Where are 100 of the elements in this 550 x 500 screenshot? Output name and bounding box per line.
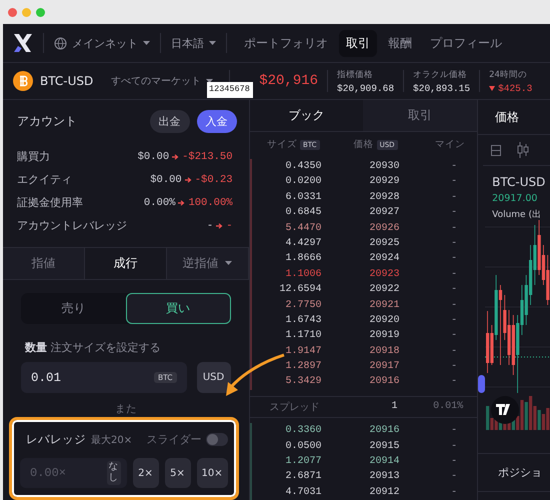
zoom-button[interactable]	[36, 8, 45, 16]
minimize-button[interactable]	[22, 8, 31, 16]
positions-tab[interactable]: ポジショ	[478, 453, 550, 492]
leverage-preset-button[interactable]: 5×	[164, 458, 191, 488]
price-cell-text: 20926	[368, 222, 400, 234]
size-cell-text: 1.8666	[284, 253, 322, 264]
amount-label: 数量 注文サイズを設定する	[25, 340, 162, 355]
size-cell-text: 5.3429	[284, 376, 322, 388]
pointer-arrow	[226, 354, 284, 396]
tooltip: 12345678	[207, 82, 253, 98]
current-value: 0.00%	[144, 196, 176, 208]
price-cell-text: 20930	[368, 161, 400, 172]
mine-cell-text: -	[450, 238, 458, 249]
max-leverage: 最大20×	[91, 434, 134, 446]
stat-value: $20,893.15	[413, 82, 470, 94]
current-value: -	[206, 220, 214, 232]
account-label: 購買力	[17, 149, 51, 164]
arrow-icon	[216, 222, 224, 228]
price-cell-text: 20924	[368, 253, 400, 264]
order-type-tab[interactable]: 指値	[3, 248, 85, 280]
nav-tab[interactable]: プロフィール	[423, 30, 509, 56]
price-cell-text: 20920	[368, 314, 400, 326]
mine-cell-text: -	[450, 456, 458, 468]
account-label: 証拠金使用率	[17, 195, 84, 210]
current-value: $0.00	[138, 150, 170, 162]
mine-cell-text: -	[450, 192, 458, 203]
stat-label: 24時間の	[489, 68, 528, 80]
size-cell-text: 4.4297	[284, 238, 322, 249]
leverage-field[interactable]: 0.00× なし	[20, 458, 127, 488]
column-header: マイン	[435, 138, 466, 152]
nav-tab[interactable]: 報酬	[381, 30, 419, 56]
book-tab[interactable]: 取引	[363, 100, 478, 132]
mine-cell-text: -	[450, 330, 458, 342]
price-cell-text: 20913	[368, 471, 400, 482]
spread-percent: 0.01%	[432, 401, 464, 412]
price-cell-text: 20925	[368, 238, 400, 249]
mine-cell-text: -	[450, 253, 458, 264]
size-cell-text: 12.6594	[278, 284, 322, 296]
size-cell-text: 5.4470	[284, 222, 322, 234]
currency-toggle-button[interactable]: USD	[196, 362, 231, 393]
sell-toggle[interactable]: 売り	[21, 293, 126, 324]
slider-label: スライダー	[146, 432, 202, 447]
mine-cell-text: -	[450, 486, 458, 498]
nav-tab[interactable]: 取引	[339, 30, 377, 56]
price-cell-text: 20923	[368, 268, 400, 280]
chart-symbol: BTC-USD	[492, 175, 546, 189]
price-cell-text: 20916	[368, 425, 400, 436]
mine-cell-text: -	[450, 425, 458, 436]
price-cell-text: 20912	[368, 486, 400, 498]
current-value: $0.00	[150, 174, 182, 186]
leverage-preset-button[interactable]: 2×	[132, 458, 159, 488]
last-price: 20917.00	[492, 193, 538, 204]
projected-value: -	[226, 220, 233, 232]
price-cell-text: 20929	[368, 176, 400, 188]
order-type-tab[interactable]: 逆指値	[166, 248, 249, 280]
market-symbol: BTC-USD	[40, 74, 94, 88]
network-dropdown[interactable]: メインネット	[54, 36, 150, 50]
mine-cell-text: -	[450, 176, 458, 188]
size-cell-text: 4.7031	[284, 486, 322, 498]
spread-value: 1	[390, 401, 398, 412]
none-button[interactable]: なし	[106, 461, 121, 485]
size-cell-text: 1.9147	[284, 346, 322, 357]
size-cell-text: 1.6743	[284, 314, 322, 326]
spread-label: スプレッド	[268, 400, 320, 414]
price-cell-text: 20917	[368, 361, 400, 372]
deposit-button[interactable]: 入金	[196, 110, 237, 133]
globe-icon	[54, 36, 67, 50]
language-dropdown[interactable]: 日本語	[171, 36, 216, 50]
mine-cell-text: -	[450, 207, 458, 218]
stat-value: $20,909.68	[337, 82, 394, 94]
stat-label: オラクル価格	[413, 68, 468, 80]
market-price: $20,916	[259, 73, 318, 89]
panel-handle[interactable]	[478, 375, 486, 393]
mine-cell-text: -	[450, 222, 458, 234]
projected-value: -$213.50	[182, 150, 233, 162]
layout-icon[interactable]	[491, 144, 502, 156]
arrow-icon	[172, 154, 180, 160]
price-cell-text: 20914	[368, 456, 400, 468]
size-cell-text: 1.2077	[284, 456, 322, 468]
price-cell-text: 20921	[368, 300, 400, 311]
stat-value: $425.3	[498, 82, 532, 94]
mine-cell-text: -	[450, 314, 458, 326]
size-cell-text: 0.4350	[284, 161, 322, 172]
buy-toggle[interactable]: 買い	[126, 293, 231, 324]
price-cell-text: 20915	[368, 440, 400, 452]
slider-switch[interactable]	[206, 433, 228, 446]
nav-tab[interactable]: ポートフォリオ	[237, 30, 335, 56]
arrow-icon	[178, 200, 186, 206]
logo-icon	[13, 34, 33, 52]
leverage-preset-button[interactable]: 10×	[196, 458, 228, 488]
withdraw-button[interactable]: 出金	[150, 110, 190, 133]
account-label: アカウントレバレッジ	[17, 218, 128, 233]
caret-icon	[209, 40, 216, 46]
mine-cell-text: -	[450, 376, 458, 388]
close-button[interactable]	[8, 8, 17, 16]
account-title: アカウント	[17, 113, 78, 130]
size-cell-text: 0.0200	[284, 176, 322, 188]
candlestick-icon[interactable]	[517, 142, 530, 158]
mine-cell-text: -	[450, 161, 458, 172]
price-cell-text: 20919	[368, 330, 400, 342]
